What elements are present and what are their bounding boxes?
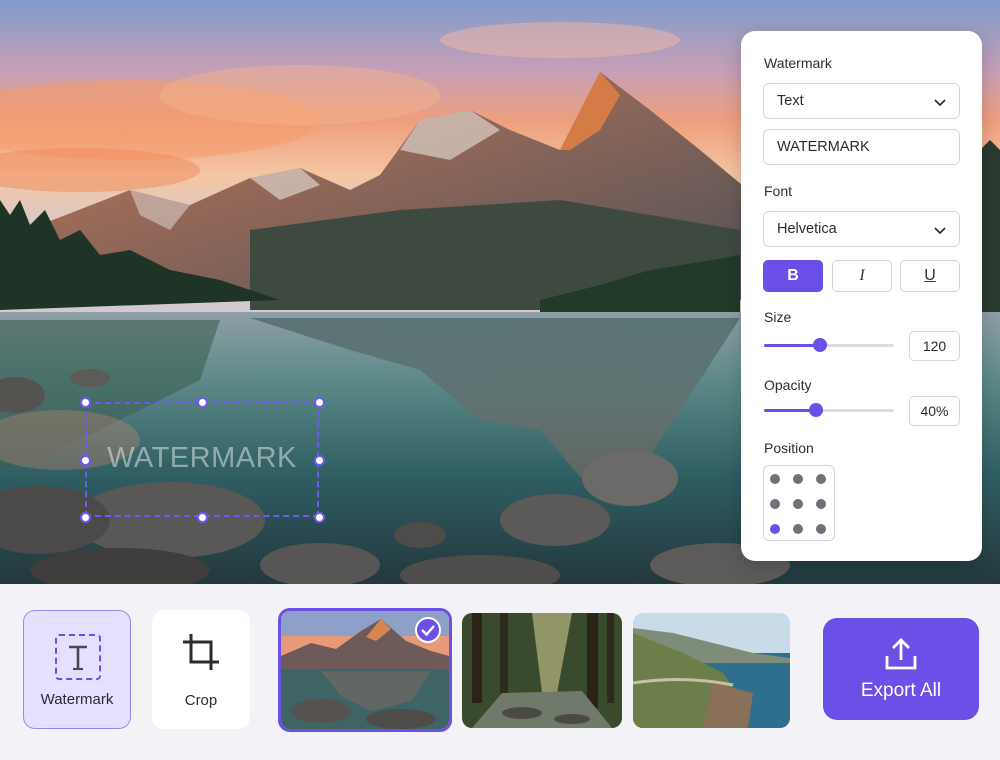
font-section-label: Font: [764, 183, 793, 199]
size-label: Size: [764, 309, 792, 325]
size-slider-fill: [764, 344, 820, 347]
position-top-left[interactable]: [770, 474, 780, 484]
resize-handle-top-left[interactable]: [80, 397, 91, 408]
opacity-label: Opacity: [764, 377, 812, 393]
resize-handle-top[interactable]: [197, 397, 208, 408]
watermark-tool-label: Watermark: [40, 691, 114, 708]
watermark-type-value: Text: [777, 93, 804, 109]
watermark-selection-box[interactable]: WATERMARK: [80, 397, 325, 523]
thumbnail-forest-stream[interactable]: [462, 613, 622, 728]
opacity-slider-knob[interactable]: [809, 403, 823, 417]
export-all-label: Export All: [860, 680, 942, 701]
watermark-section-label: Watermark: [764, 55, 832, 71]
underline-button[interactable]: U: [900, 260, 960, 292]
thumbnail-image: [462, 613, 622, 728]
text-icon: [55, 634, 101, 680]
chevron-down-icon: [934, 99, 946, 107]
font-value: Helvetica: [777, 221, 837, 237]
watermark-text-input[interactable]: WATERMARK: [763, 129, 960, 165]
chevron-down-icon: [934, 227, 946, 235]
thumbnail-image: [633, 613, 790, 728]
watermark-overlay-text: WATERMARK: [107, 442, 297, 474]
position-middle-center[interactable]: [793, 499, 803, 509]
position-label: Position: [764, 440, 814, 456]
resize-handle-bottom-right[interactable]: [314, 512, 325, 523]
position-bottom-center[interactable]: [793, 524, 803, 534]
position-bottom-left[interactable]: [770, 524, 780, 534]
bold-button[interactable]: B: [763, 260, 823, 292]
selected-check-icon: [415, 617, 441, 643]
position-bottom-right[interactable]: [816, 524, 826, 534]
position-top-right[interactable]: [816, 474, 826, 484]
italic-button[interactable]: I: [832, 260, 892, 292]
font-select[interactable]: Helvetica: [763, 211, 960, 247]
size-value-input[interactable]: 120: [909, 331, 960, 361]
thumbnail-coastal-road[interactable]: [633, 613, 790, 728]
resize-handle-right[interactable]: [314, 455, 325, 466]
watermark-settings-panel: Watermark Text WATERMARK Font Helvetica …: [741, 31, 982, 561]
bottom-toolbar: Watermark Crop Export All: [0, 584, 1000, 760]
size-slider[interactable]: [764, 338, 894, 352]
watermark-editor: WATERMARK Watermark Text WATERMARK Font …: [0, 0, 1000, 760]
size-slider-knob[interactable]: [812, 338, 827, 352]
export-all-button[interactable]: Export All: [823, 618, 979, 720]
position-middle-right[interactable]: [816, 499, 826, 509]
position-grid: [763, 465, 835, 541]
position-middle-left[interactable]: [770, 499, 780, 509]
position-top-center[interactable]: [793, 474, 803, 484]
watermark-text-value: WATERMARK: [777, 139, 870, 155]
crop-icon: [183, 634, 219, 670]
crop-tool-button[interactable]: Crop: [152, 610, 250, 729]
watermark-tool-button[interactable]: Watermark: [23, 610, 131, 729]
opacity-slider[interactable]: [764, 403, 894, 417]
resize-handle-top-right[interactable]: [314, 397, 325, 408]
thumbnail-mountain-lake[interactable]: [278, 608, 452, 732]
upload-icon: [885, 638, 917, 670]
resize-handle-bottom-left[interactable]: [80, 512, 91, 523]
opacity-value-input[interactable]: 40%: [909, 396, 960, 426]
resize-handle-left[interactable]: [80, 455, 91, 466]
resize-handle-bottom[interactable]: [197, 512, 208, 523]
watermark-type-select[interactable]: Text: [763, 83, 960, 119]
crop-tool-label: Crop: [184, 692, 218, 709]
